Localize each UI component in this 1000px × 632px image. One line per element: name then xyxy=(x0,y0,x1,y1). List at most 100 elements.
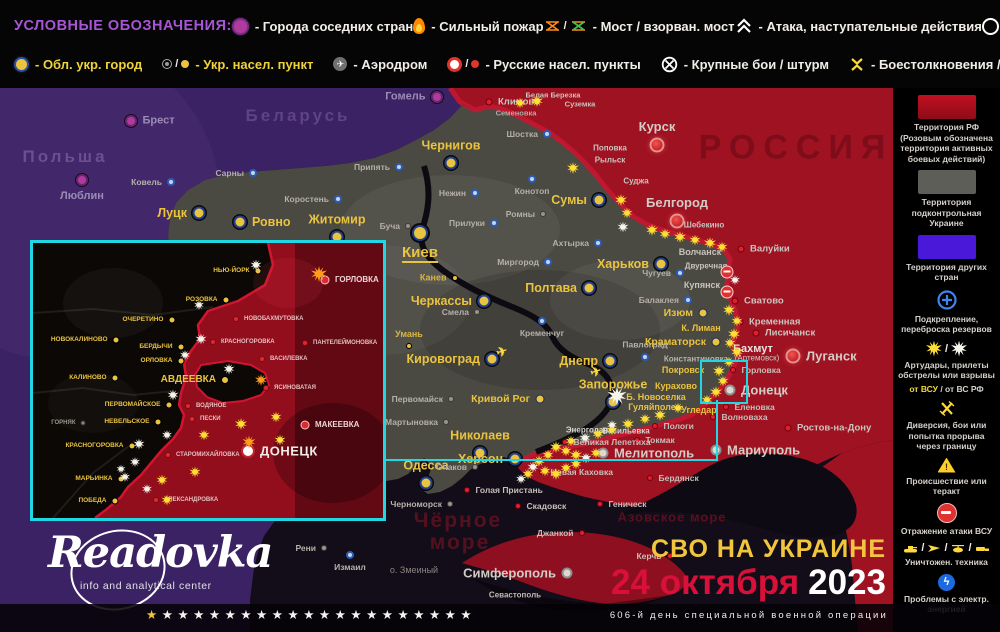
stars-row: ★★★★★★★★★★★★★★★★★★★★★ xyxy=(146,609,472,622)
legend-item-label: - Боестолкновения / позиционные бои xyxy=(871,57,1000,72)
city-label: Сумы xyxy=(551,194,587,207)
attack-icon xyxy=(735,18,753,34)
minor-label: Угледар xyxy=(681,405,717,415)
city-label: Луцк xyxy=(157,207,187,220)
sidebar-item-text: Территория РФ (Розовым обозначена террит… xyxy=(897,122,997,164)
explosion-icon xyxy=(162,430,172,440)
rus-settlement-icon: / xyxy=(447,57,479,72)
city-dot xyxy=(647,475,653,481)
city-dot xyxy=(538,317,546,325)
city-dot xyxy=(178,344,185,351)
city-dot xyxy=(786,349,801,364)
star-icon: ★ xyxy=(256,609,267,622)
tech-icon: /// xyxy=(903,542,989,554)
sidebar-item-warning: !Происшествие или теракт xyxy=(897,458,997,497)
city-label: Пантелеймоновка xyxy=(313,340,377,346)
sidebar-item-text: Отражение атаки ВСУ xyxy=(897,526,997,537)
warning-triangle-icon: ! xyxy=(938,458,956,473)
city-dot xyxy=(125,115,137,127)
explosion-icon xyxy=(235,418,247,430)
city-dot xyxy=(112,498,119,505)
warning-icon: ! xyxy=(938,458,956,473)
city-label: Бердянск xyxy=(659,474,699,483)
legend-item-label: - Атака, наступательные действия xyxy=(759,19,982,34)
swatch-red-icon xyxy=(918,95,976,119)
legend-item-airfield: ✈- Аэродром xyxy=(333,57,427,72)
legend-item-clash: - Боестолкновения / позиционные бои xyxy=(849,57,1000,72)
sidebar-item-reinforce: Подкрепление, переброска резервов xyxy=(897,289,997,335)
city-dot xyxy=(169,317,176,324)
legend-row-2: - Обл. укр. город/- Укр. насел. пункт✈- … xyxy=(14,52,988,76)
minor-label: о. Змеиный xyxy=(390,565,438,575)
star-icon: ★ xyxy=(350,609,361,622)
map-date: 24 октября2023 xyxy=(611,565,886,602)
legend-item-label: - Русские насел. пункты xyxy=(485,57,640,72)
fire-icon xyxy=(413,18,425,34)
city-dot xyxy=(597,501,603,507)
city-label: Умань xyxy=(395,330,423,339)
legend-item-bridge: /- Мост / взорван. мост xyxy=(544,19,735,34)
city-label: Белгород xyxy=(646,196,708,209)
city-dot xyxy=(540,211,546,217)
sidebar-item-text: Диверсия, бои или попытка прорыва через … xyxy=(897,420,997,452)
explosion-icon xyxy=(199,430,210,441)
minor-label: Поповка xyxy=(593,144,627,153)
neighbor-city-icon xyxy=(232,18,249,35)
city-dot xyxy=(594,239,602,247)
star-icon: ★ xyxy=(382,609,393,622)
sidebar-legend: Территория РФ (Розовым обозначена террит… xyxy=(893,88,1000,632)
city-label: Бердычи xyxy=(139,344,172,351)
sidebar-item-bursts: /Артудары, прилеты обстрелы или взрывыот… xyxy=(897,341,997,395)
star-icon: ★ xyxy=(366,609,377,622)
explosion-icon xyxy=(561,446,572,457)
map-title: СВО НА УКРАИНЕ xyxy=(611,536,886,564)
city-label: Ясиноватая xyxy=(274,385,316,391)
readovka-logo: Readovka info and analytical center xyxy=(48,528,272,592)
minor-label: Шебекино xyxy=(684,221,724,230)
legend-item-label: - Обл. укр. город xyxy=(35,57,142,72)
legend-title: УСЛОВНЫЕ ОБОЗНАЧЕНИЯ: xyxy=(14,18,232,34)
legend-item-label: - Города соседних стран xyxy=(255,19,413,34)
sidebar-item-sabotage: Диверсия, бои или попытка прорыва через … xyxy=(897,400,997,452)
day-counter: 606-й день специальной военной операции xyxy=(610,610,888,621)
explosion-icon xyxy=(660,229,671,240)
inset-connector-horizontal xyxy=(380,459,718,461)
city-label: Брест xyxy=(143,116,175,127)
sidebar-item-accent: от ВСУ / от ВС РФ xyxy=(909,384,983,395)
city-dot xyxy=(712,338,721,347)
bursts-icon: / xyxy=(926,341,967,357)
region-city-icon xyxy=(14,57,29,72)
legend-item-blockade: - Блокада xyxy=(982,18,1000,35)
city-label: Рени xyxy=(295,544,316,553)
minor-label: Волчанск xyxy=(679,247,721,257)
city-label: Киев xyxy=(402,245,438,263)
city-label: Орловка xyxy=(141,358,173,365)
star-icon: ★ xyxy=(240,609,251,622)
legend-item-neighbor-city: - Города соседних стран xyxy=(232,18,413,35)
city-label: Кировоград xyxy=(407,353,480,366)
explosion-icon xyxy=(190,467,201,478)
city-dot xyxy=(448,396,454,402)
city-dot xyxy=(112,375,119,382)
city-label: Канев xyxy=(420,274,447,283)
star-icon: ★ xyxy=(319,609,330,622)
city-label: Очеретино xyxy=(122,317,163,324)
city-label: Павлоград xyxy=(622,341,667,350)
city-dot xyxy=(452,275,458,281)
star-icon: ★ xyxy=(177,609,188,622)
city-dot xyxy=(478,295,491,308)
explosion-icon xyxy=(271,412,282,423)
minor-label: Гуляйполе xyxy=(628,402,675,412)
city-label: Скадовск xyxy=(527,502,567,511)
city-dot xyxy=(515,503,521,509)
minor-label: Суджа xyxy=(623,177,648,186)
city-label: Сватово xyxy=(744,296,784,306)
minor-label: Семеновка xyxy=(496,109,537,118)
city-label: Чугуев xyxy=(642,269,671,278)
city-label: Припять xyxy=(354,163,390,172)
sidebar-item-repel: Отражение атаки ВСУ xyxy=(897,503,997,537)
city-dot xyxy=(785,425,792,432)
city-label: Ростов-на-Дону xyxy=(797,423,871,433)
city-dot xyxy=(579,530,585,536)
explosion-icon xyxy=(142,484,152,494)
